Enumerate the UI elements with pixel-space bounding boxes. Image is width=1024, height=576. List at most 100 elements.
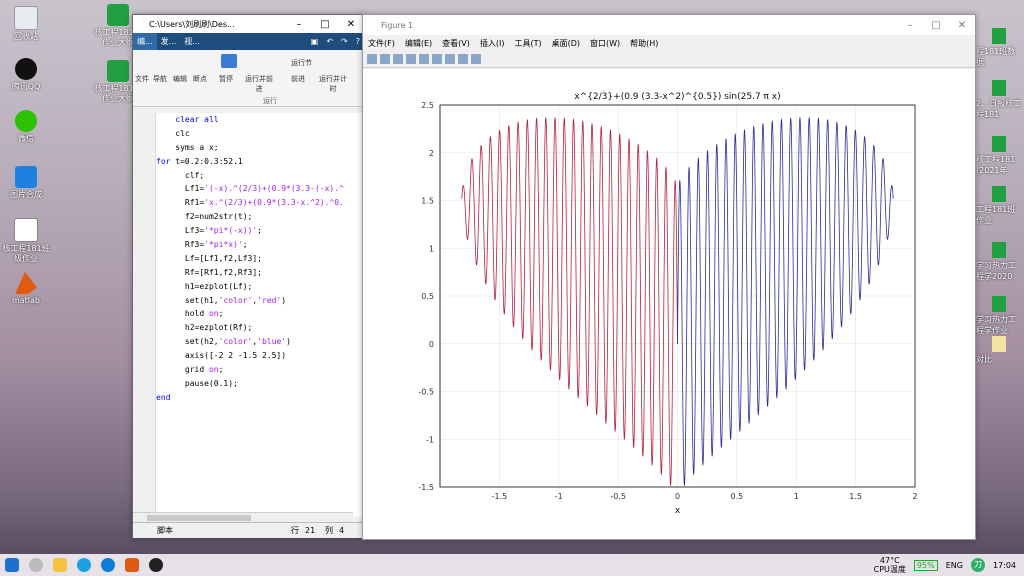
tab-editor[interactable]: 编... bbox=[133, 33, 157, 50]
redo-icon[interactable]: ↷ bbox=[337, 37, 352, 46]
editor-window: C:\Users\刘刷刷\Des... – □ ✕ 编... 发... 视...… bbox=[132, 14, 365, 538]
code-line[interactable]: 9 Lf3='*pi*(-x))'; bbox=[156, 224, 364, 238]
ribbon-breakpoint[interactable]: 断点 bbox=[193, 74, 207, 84]
code-line[interactable]: 18 axis([-2 2 -1.5 2.5]) bbox=[156, 349, 364, 363]
run-time-button[interactable]: 运行并计时 bbox=[319, 74, 347, 94]
folder-icon[interactable] bbox=[53, 558, 67, 572]
close-button[interactable]: ✕ bbox=[949, 20, 975, 31]
new-icon[interactable] bbox=[367, 54, 377, 64]
code-token: grid bbox=[156, 365, 209, 375]
print-icon[interactable] bbox=[406, 54, 416, 64]
code-line[interactable]: 2 clc bbox=[156, 127, 364, 141]
clock[interactable]: 17:04 bbox=[993, 561, 1016, 570]
menu-item-3[interactable]: 插入(I) bbox=[475, 38, 510, 49]
desktop-item-1[interactable]: 2、日报核工程181 bbox=[976, 80, 1022, 120]
code-line[interactable]: 10 Rf3='*pi*x)'; bbox=[156, 238, 364, 252]
run-advance-button[interactable]: 运行并前进 bbox=[245, 74, 273, 94]
code-line[interactable]: 12 Rf=[Rf1,f2,Rf3]; bbox=[156, 266, 364, 280]
document-icon bbox=[992, 336, 1006, 352]
tab-view[interactable]: 视... bbox=[180, 36, 204, 47]
code-line[interactable]: 3 syms a x; bbox=[156, 141, 364, 155]
browser-icon[interactable] bbox=[77, 558, 91, 572]
code-line[interactable]: 4for t=0.2:0.3:52.1 bbox=[156, 155, 364, 169]
code-line[interactable]: 17 set(h2,'color','blue') bbox=[156, 335, 364, 349]
editor-titlebar[interactable]: C:\Users\刘刷刷\Des... – □ ✕ bbox=[133, 15, 364, 33]
menu-item-6[interactable]: 窗口(W) bbox=[585, 38, 625, 49]
pointer-icon[interactable] bbox=[458, 54, 468, 64]
desktop-item-3[interactable]: 工程181班作业 bbox=[976, 186, 1022, 226]
code-token: 'color' bbox=[218, 295, 253, 305]
desktop-icon-qq[interactable]: 腾讯QQ bbox=[0, 58, 52, 92]
desktop-item-5[interactable]: 学习热力工程学作业 bbox=[976, 296, 1022, 336]
pause-icon[interactable] bbox=[221, 54, 237, 68]
menu-item-1[interactable]: 编辑(E) bbox=[400, 38, 437, 49]
desktop-item-6[interactable]: 对比 bbox=[976, 336, 1022, 365]
status-bar: 脚本 行 21 列 4 bbox=[133, 522, 364, 538]
save-icon[interactable]: ▣ bbox=[307, 37, 323, 46]
user-badge[interactable]: 刀 bbox=[970, 558, 985, 572]
code-line[interactable]: 16 h2=ezplot(Rf); bbox=[156, 321, 364, 335]
save-icon[interactable] bbox=[393, 54, 403, 64]
desktop-icon-mat[interactable]: matlab bbox=[0, 272, 52, 306]
code-token: '(-x).^(2/3)+(0.9*(3.3-(-x).^ bbox=[204, 184, 344, 194]
matlab-icon[interactable] bbox=[125, 558, 139, 572]
desktop-icon-wx[interactable]: 微信 bbox=[0, 110, 52, 144]
code-line[interactable]: 15 hold on; bbox=[156, 307, 364, 321]
code-line[interactable]: 14 set(h1,'color','red') bbox=[156, 294, 364, 308]
code-line[interactable]: 13 h1=ezplot(Lf); bbox=[156, 280, 364, 294]
edge-icon[interactable] bbox=[101, 558, 115, 572]
temp-widget[interactable]: 47°C CPU温度 bbox=[874, 556, 906, 574]
ribbon-file[interactable]: 文件 bbox=[135, 74, 149, 84]
battery-indicator[interactable]: 95% bbox=[913, 559, 938, 571]
desktop-icon-bin[interactable]: 回收站 bbox=[0, 6, 52, 42]
ribbon-nav[interactable]: 导航 bbox=[153, 74, 167, 84]
close-button[interactable]: ✕ bbox=[338, 19, 364, 30]
x-tick-label: -1.5 bbox=[492, 492, 508, 501]
x-tick-label: 0 bbox=[675, 492, 680, 501]
advance-button[interactable]: 前进 bbox=[291, 74, 305, 84]
maximize-button[interactable]: □ bbox=[312, 19, 338, 30]
desktop-icon-pic[interactable]: 图片合成 bbox=[0, 166, 52, 200]
link-icon[interactable] bbox=[419, 54, 429, 64]
code-line[interactable]: 1 clear all bbox=[156, 113, 364, 127]
code-line[interactable]: 21end bbox=[156, 391, 364, 405]
code-line[interactable]: 8 f2=num2str(t); bbox=[156, 210, 364, 224]
code-line[interactable]: 20 pause(0.1); bbox=[156, 377, 364, 391]
menu-item-0[interactable]: 文件(F) bbox=[363, 38, 400, 49]
code-line[interactable]: 11 Lf=[Lf1,f2,Lf3]; bbox=[156, 252, 364, 266]
undo-icon[interactable]: ↶ bbox=[322, 37, 337, 46]
code-token: pause(0.1); bbox=[156, 378, 238, 388]
dock-icon[interactable] bbox=[471, 54, 481, 64]
maximize-button[interactable]: □ bbox=[923, 20, 949, 31]
ribbon-edit[interactable]: 编辑 bbox=[173, 74, 187, 84]
ribbon-section-label: 运行 bbox=[263, 97, 277, 105]
menu-item-4[interactable]: 工具(T) bbox=[509, 38, 546, 49]
tab-publish[interactable]: 发... bbox=[157, 36, 181, 47]
desktop-icon-doc[interactable]: 核工程181班级作业 bbox=[0, 218, 52, 264]
menu-item-7[interactable]: 帮助(H) bbox=[625, 38, 663, 49]
code-line[interactable]: 7 Rf1='x.^(2/3)+(0.9*(3.3-x.^2).^0. bbox=[156, 196, 364, 210]
heart-chart[interactable]: -1.5 -1 -0.5 0 0.5 1 1.5 2 2.5 2 1.5 1 0.5 0 -0.5 -1 -1.… bbox=[363, 69, 975, 539]
start-icon[interactable] bbox=[5, 558, 19, 572]
code-line[interactable]: 6 Lf1='(-x).^(2/3)+(0.9*(3.3-(-x).^ bbox=[156, 182, 364, 196]
code-line[interactable]: 19 grid on; bbox=[156, 363, 364, 377]
pause-button[interactable]: 暂停 bbox=[219, 74, 233, 84]
desktop-item-0[interactable]: 程181班数据 bbox=[976, 28, 1022, 68]
code-line[interactable]: 5 clf; bbox=[156, 169, 364, 183]
search-icon[interactable] bbox=[29, 558, 43, 572]
code-editor[interactable]: 1 clear all2 clc3 syms a x;4for t=0.2:0.… bbox=[156, 113, 364, 517]
status-mode: 脚本 bbox=[157, 526, 173, 535]
minimize-button[interactable]: – bbox=[286, 19, 312, 30]
menu-item-2[interactable]: 查看(V) bbox=[437, 38, 475, 49]
open-icon[interactable] bbox=[380, 54, 390, 64]
minimize-button[interactable]: – bbox=[897, 20, 923, 31]
desktop-item-4[interactable]: 学习热力工程学2020 bbox=[976, 242, 1022, 282]
lang-indicator[interactable]: ENG bbox=[946, 561, 963, 570]
desktop-item-2[interactable]: 核工程181 (2021年 bbox=[976, 136, 1022, 176]
legend-icon[interactable] bbox=[445, 54, 455, 64]
menu-item-5[interactable]: 桌面(D) bbox=[547, 38, 585, 49]
colorbar-icon[interactable] bbox=[432, 54, 442, 64]
figure-titlebar[interactable]: Figure 1 – □ ✕ bbox=[363, 15, 975, 35]
run-section-button[interactable]: 运行节 bbox=[291, 58, 312, 68]
app-icon[interactable] bbox=[149, 558, 163, 572]
